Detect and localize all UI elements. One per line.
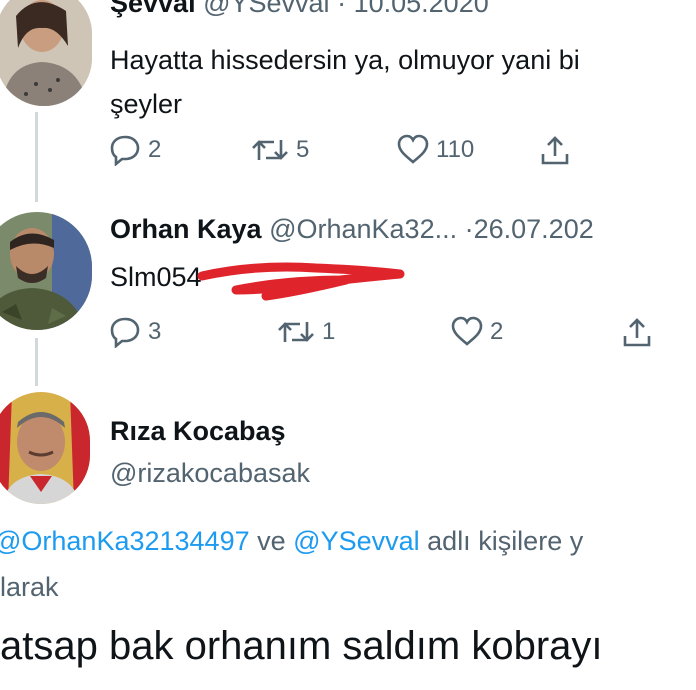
retweet-icon xyxy=(278,322,314,342)
retweet-count: 1 xyxy=(322,318,336,345)
reply-count: 3 xyxy=(148,318,162,345)
retweet-count: 5 xyxy=(296,136,310,163)
separator: · xyxy=(464,214,474,244)
display-name[interactable]: Rıza Kocabaş xyxy=(110,416,286,447)
like-icon xyxy=(397,134,429,164)
like-button[interactable]: 110 xyxy=(396,134,474,166)
thread-line-2 xyxy=(35,338,38,386)
tweet-2-text: Slm054 xyxy=(110,262,202,292)
mention-orhan[interactable]: @OrhanKa32134497 xyxy=(0,526,250,556)
like-button[interactable]: 2 xyxy=(450,316,503,348)
thread-line-1 xyxy=(35,112,38,202)
tweet-1-header: Şevval @YSevval · 10.05.2020 xyxy=(110,0,489,19)
share-icon xyxy=(623,318,651,347)
avatar-sevval[interactable] xyxy=(0,0,92,106)
retweet-button[interactable]: 1 xyxy=(276,316,335,348)
reply-icon xyxy=(110,135,140,166)
retweet-button[interactable]: 5 xyxy=(250,134,309,166)
display-name[interactable]: Orhan Kaya xyxy=(110,214,262,244)
retweet-icon xyxy=(252,140,288,160)
reply-suffix: adlı kişilere y xyxy=(427,526,584,556)
handle[interactable]: @OrhanKa32... xyxy=(269,214,457,244)
tweet-1-text: Hayatta hissedersin ya, olmuyor yani bi … xyxy=(110,38,580,126)
handle[interactable]: @YSevval xyxy=(203,0,329,18)
redaction-scribble xyxy=(197,262,405,301)
share-button[interactable] xyxy=(620,316,654,350)
handle[interactable]: @rizakocabasak xyxy=(110,458,310,489)
tweet-1-text-line2: şeyler xyxy=(110,89,183,119)
reply-connector: ve xyxy=(257,526,286,556)
avatar-riza[interactable] xyxy=(0,392,90,504)
separator: · xyxy=(337,0,347,18)
tweet-3-text: atsap bak orhanım saldım kobrayı xyxy=(0,624,603,668)
tweet-date[interactable]: 26.07.202 xyxy=(474,214,594,244)
share-button[interactable] xyxy=(538,134,572,168)
tweet-2-header: Orhan Kaya @OrhanKa32... ·26.07.202 xyxy=(110,214,594,245)
mention-sevval[interactable]: @YSevval xyxy=(293,526,419,556)
replying-to: @OrhanKa32134497 ve @YSevval adlı kişile… xyxy=(0,526,583,557)
replying-to-line2: larak xyxy=(0,572,59,602)
display-name[interactable]: Şevval xyxy=(110,0,196,18)
share-icon xyxy=(541,136,569,165)
reply-button[interactable]: 3 xyxy=(108,316,161,348)
reply-button[interactable]: 2 xyxy=(108,134,161,166)
reply-count: 2 xyxy=(148,136,162,163)
tweet-date[interactable]: 10.05.2020 xyxy=(354,0,489,18)
like-icon xyxy=(451,316,483,346)
tweet-1-text-line1: Hayatta hissedersin ya, olmuyor yani bi xyxy=(110,45,580,75)
reply-icon xyxy=(110,317,140,348)
avatar-orhan[interactable] xyxy=(0,212,92,330)
like-count: 2 xyxy=(490,318,504,345)
like-count: 110 xyxy=(436,136,475,163)
